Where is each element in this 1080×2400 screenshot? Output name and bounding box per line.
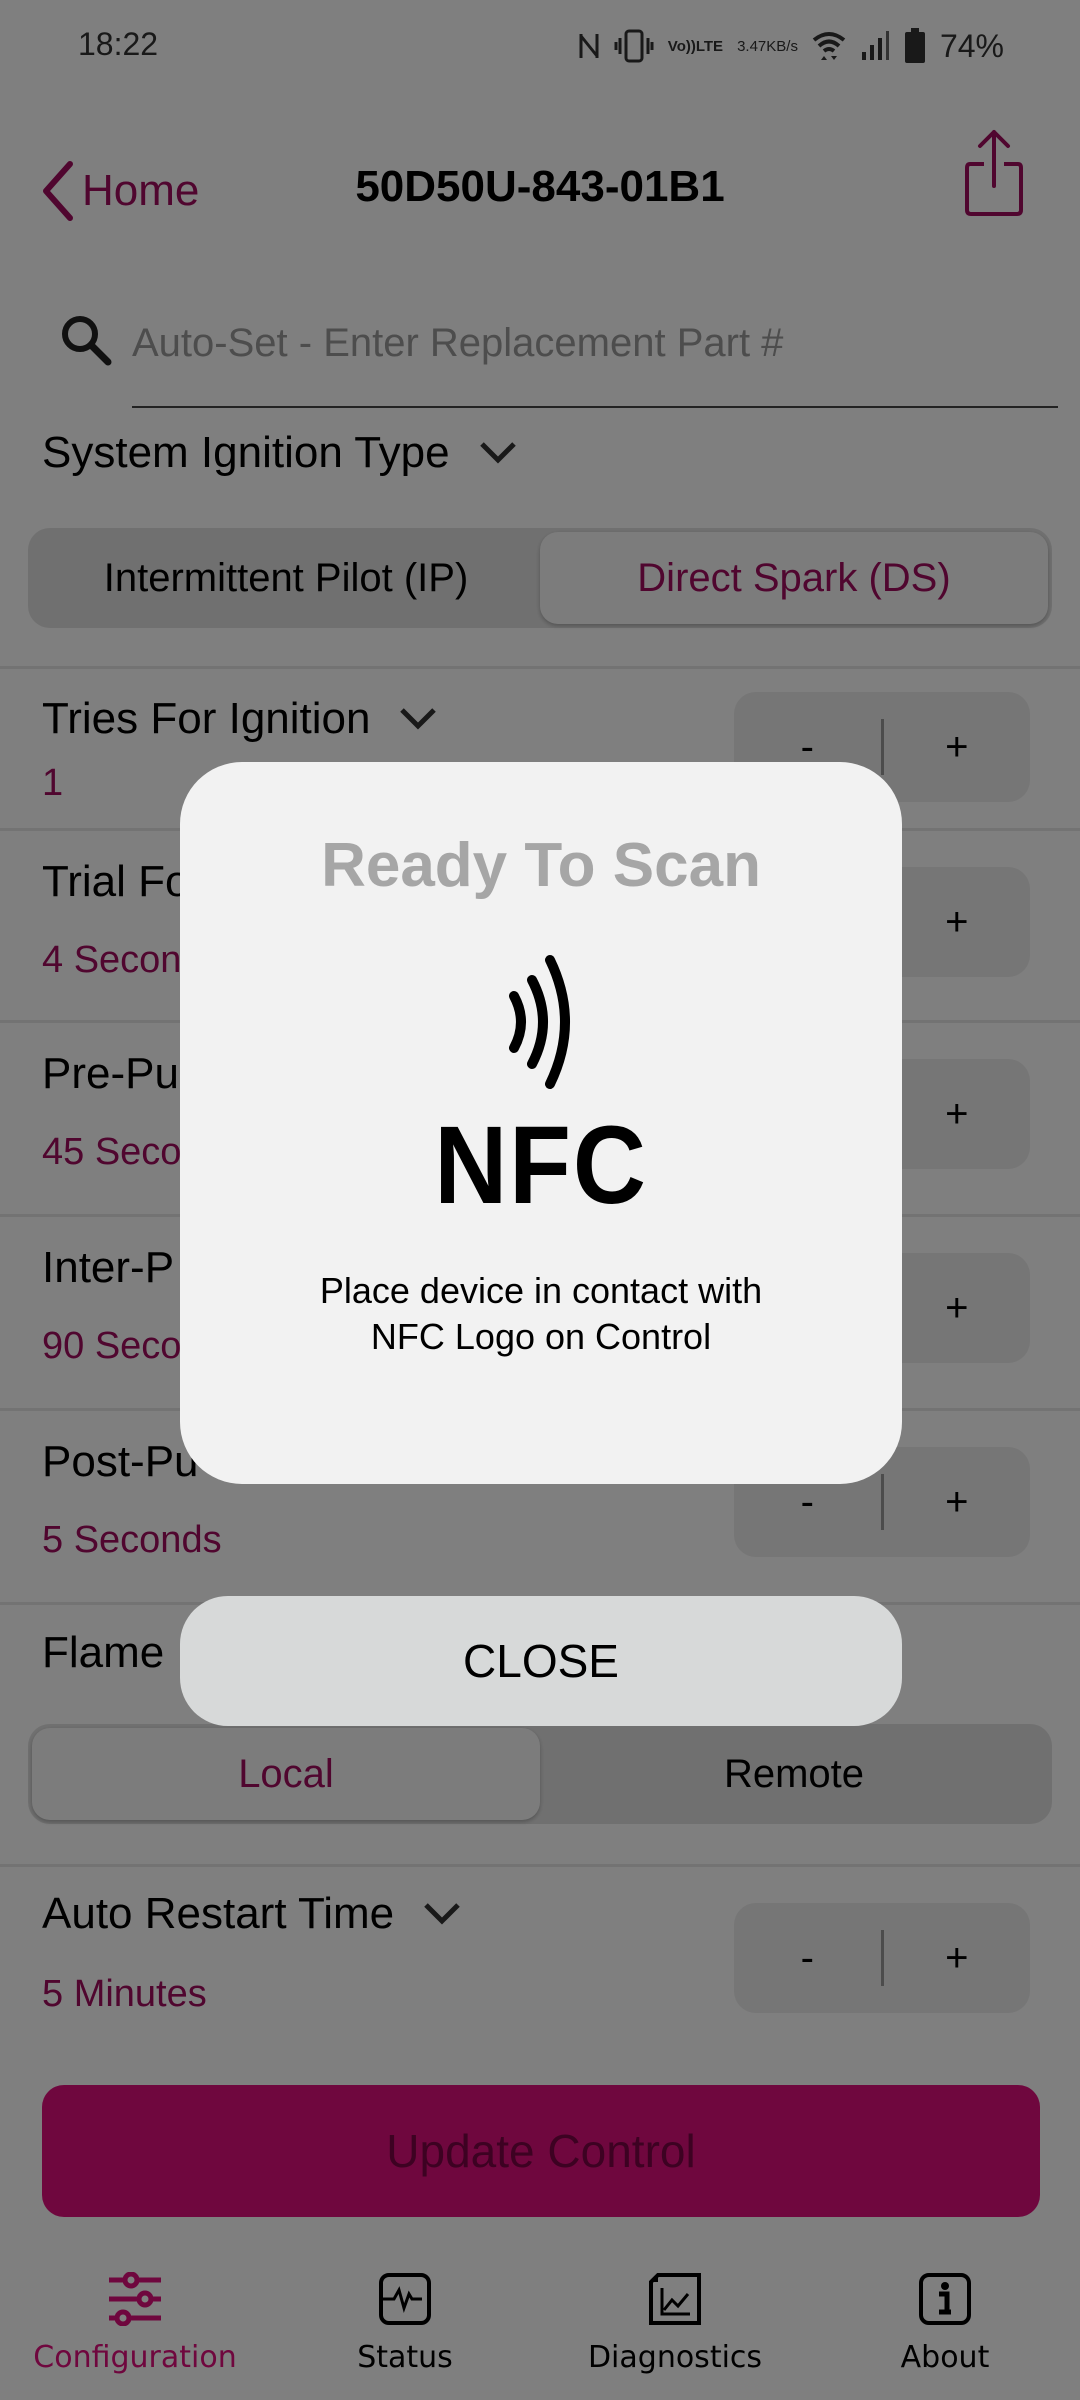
nfc-logo-text: NFC: [434, 1104, 648, 1227]
nfc-scan-dialog: Ready To Scan NFC Place device in contac…: [180, 762, 902, 1484]
nfc-waves-icon: [509, 955, 570, 1089]
dialog-message: Place device in contact with NFC Logo on…: [319, 1270, 763, 1357]
configuration-screen: 18:22 Vo)) LTE 3.47 KB/s: [0, 0, 1080, 2400]
close-button[interactable]: CLOSE: [180, 1596, 902, 1726]
dialog-title: Ready To Scan: [321, 831, 761, 900]
